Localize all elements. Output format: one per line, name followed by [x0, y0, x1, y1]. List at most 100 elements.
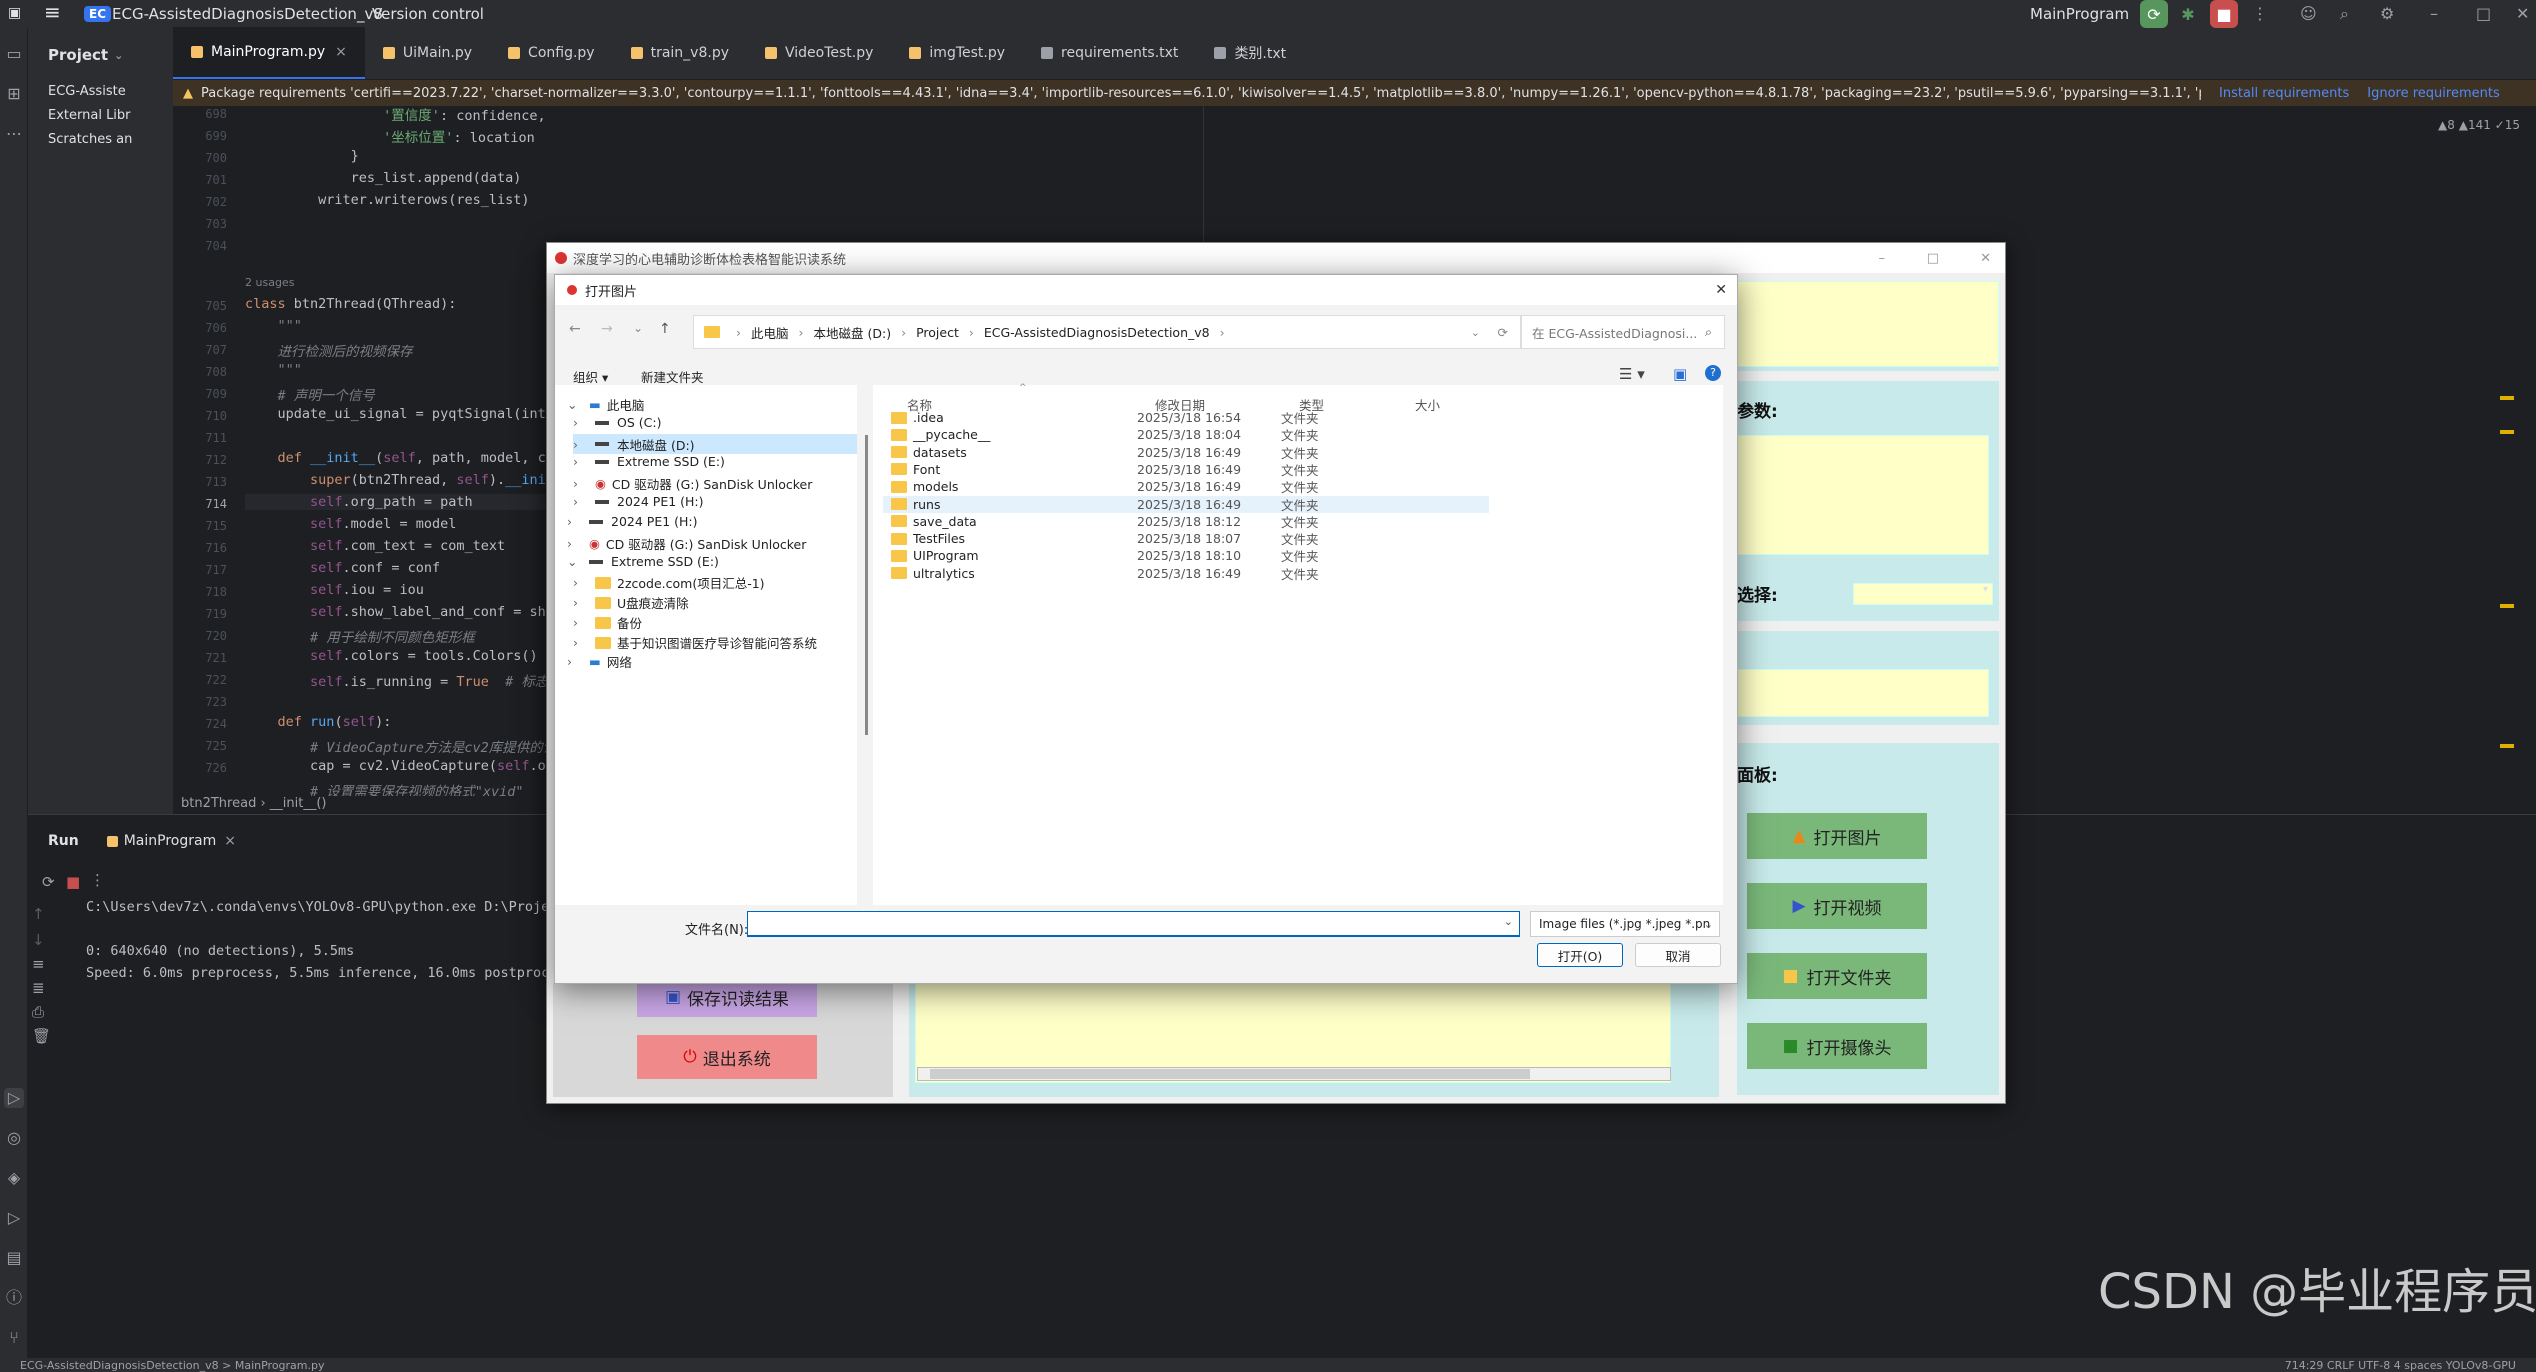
file-row[interactable]: save_data 2025/3/18 18:12 文件夹 — [883, 513, 1489, 530]
expand-chevron-icon[interactable]: › — [573, 494, 589, 509]
inspection-widget[interactable]: ▲8 ▲141 ✓15 — [2438, 118, 2520, 132]
preview-pane-icon[interactable]: ▣ — [1673, 365, 1687, 383]
project-panel-header[interactable]: Project ⌄ — [28, 28, 173, 82]
project-tool-icon[interactable]: ▭ — [4, 44, 24, 64]
close-icon[interactable]: ✕ — [2516, 4, 2529, 23]
file-row[interactable]: datasets 2025/3/18 16:49 文件夹 — [883, 444, 1489, 461]
settings-icon[interactable]: ⚙ — [2380, 4, 2394, 23]
warning-marker[interactable] — [2500, 430, 2514, 434]
exit-button[interactable]: ⏻ 退出系统 — [637, 1035, 817, 1079]
tree-item-external-libraries[interactable]: External Libr — [48, 108, 131, 123]
tab-mainprogram[interactable]: MainProgram.py × — [173, 27, 365, 79]
ignore-requirements-link[interactable]: Ignore requirements — [2367, 86, 2499, 101]
close-tab-icon[interactable]: × — [335, 44, 347, 60]
search-icon[interactable]: ⌕ — [2340, 4, 2349, 24]
account-icon[interactable]: ☺ — [2300, 4, 2317, 23]
file-row[interactable]: ultralytics 2025/3/18 16:49 文件夹 — [883, 565, 1489, 582]
expand-chevron-icon[interactable]: › — [573, 635, 589, 650]
layers-icon[interactable]: ◈ — [4, 1168, 24, 1188]
address-dropdown-icon[interactable]: ⌄ — [1471, 326, 1480, 339]
terminal-icon[interactable]: ▤ — [4, 1248, 24, 1268]
warning-marker[interactable] — [2500, 396, 2514, 400]
crumb-drive-d[interactable]: 本地磁盘 (D:) — [814, 323, 892, 342]
warning-marker[interactable] — [2500, 604, 2514, 608]
refresh-icon[interactable]: ⟳ — [1498, 325, 1508, 340]
run-icon[interactable]: ⟳ — [2140, 0, 2168, 28]
version-control-dropdown[interactable]: Version control — [372, 5, 484, 23]
status-info[interactable]: 714:29 CRLF UTF-8 4 spaces YOLOv8-GPU — [2285, 1359, 2516, 1372]
open-camera-button[interactable]: ■ 打开摄像头 — [1747, 1023, 1927, 1069]
services-icon[interactable]: ▷ — [4, 1208, 24, 1228]
help-icon[interactable]: ? — [1705, 365, 1721, 381]
horizontal-scrollbar[interactable] — [917, 1067, 1671, 1081]
file-row[interactable]: runs 2025/3/18 16:49 文件夹 — [883, 495, 1489, 513]
tab-train[interactable]: train_v8.py — [613, 27, 747, 79]
nav-item[interactable]: › ▬ 网络 — [567, 652, 632, 671]
nav-item[interactable]: › 基于知识图谱医疗导诊智能问答系统 — [573, 633, 817, 652]
crumb-current-folder[interactable]: ECG-AssistedDiagnosisDetection_v8 — [984, 325, 1210, 340]
tab-requirements[interactable]: requirements.txt — [1023, 27, 1196, 79]
soft-wrap-icon[interactable]: ≡ — [32, 955, 45, 973]
scroll-down-icon[interactable]: ↓ — [32, 931, 45, 949]
expand-chevron-icon[interactable]: › — [567, 514, 583, 529]
expand-chevron-icon[interactable]: ⌄ — [567, 397, 583, 412]
more-icon[interactable]: ⋮ — [2252, 4, 2268, 23]
expand-chevron-icon[interactable]: › — [573, 595, 589, 610]
warning-marker[interactable] — [2500, 744, 2514, 748]
expand-chevron-icon[interactable]: › — [567, 654, 583, 669]
debug-icon[interactable]: ✱ — [2174, 0, 2202, 28]
expand-chevron-icon[interactable]: › — [573, 437, 589, 452]
expand-chevron-icon[interactable]: ⌄ — [567, 554, 583, 569]
project-name-dropdown[interactable]: ECG-AssistedDiagnosisDetection_v8 — [112, 5, 383, 23]
maximize-icon[interactable]: □ — [2476, 4, 2491, 23]
open-image-button[interactable]: ▲ 打开图片 — [1747, 813, 1927, 859]
nav-item[interactable]: › ◉ CD 驱动器 (G:) SanDisk Unlocker — [573, 474, 812, 493]
trash-icon[interactable]: 🗑 — [32, 1027, 51, 1045]
nav-item[interactable]: › 2zcode.com(项目汇总-1) — [573, 573, 765, 592]
nav-item[interactable]: › 备份 — [573, 613, 642, 632]
open-folder-button[interactable]: ■ 打开文件夹 — [1747, 953, 1927, 999]
tab-videotest[interactable]: VideoTest.py — [747, 27, 891, 79]
minimize-icon[interactable]: – — [2430, 4, 2438, 23]
usages-hint[interactable]: 2 usages — [245, 276, 294, 289]
main-menu-icon[interactable]: ≡ — [44, 0, 61, 24]
nav-item[interactable]: ⌄ ▬ 此电脑 — [567, 395, 644, 414]
expand-chevron-icon[interactable]: › — [573, 575, 589, 590]
git-icon[interactable]: ⑂ — [4, 1328, 24, 1348]
tab-uimain[interactable]: UiMain.py — [365, 27, 490, 79]
close-tab-icon[interactable]: × — [224, 833, 236, 849]
problems-icon[interactable]: ⓘ — [4, 1288, 24, 1308]
expand-chevron-icon[interactable]: › — [573, 454, 589, 469]
expand-chevron-icon[interactable]: › — [573, 615, 589, 630]
filetype-select[interactable]: Image files (*.jpg *.jpeg *.pn ⌄ — [1530, 911, 1720, 937]
expand-chevron-icon[interactable]: › — [573, 415, 589, 430]
up-icon[interactable]: ↑ — [659, 321, 671, 337]
organize-button[interactable]: 组织 ▾ — [573, 367, 608, 386]
rerun-icon[interactable]: ⟳ — [42, 873, 55, 891]
file-row[interactable]: TestFiles 2025/3/18 18:07 文件夹 — [883, 530, 1489, 547]
new-folder-button[interactable]: 新建文件夹 — [641, 367, 704, 386]
open-video-button[interactable]: ▶ 打开视频 — [1747, 883, 1927, 929]
tab-classes[interactable]: 类别.txt — [1196, 27, 1304, 79]
filename-input[interactable]: ⌄ — [747, 911, 1520, 937]
nav-item[interactable]: › 2024 PE1 (H:) — [573, 494, 704, 509]
scrollbar-thumb[interactable] — [930, 1069, 1530, 1079]
dialog-close-icon[interactable]: ✕ — [1715, 282, 1727, 298]
app-close-icon[interactable]: ✕ — [1980, 251, 1991, 266]
app-maximize-icon[interactable]: □ — [1927, 251, 1939, 266]
cancel-button[interactable]: 取消 — [1635, 943, 1721, 967]
tab-imgtest[interactable]: imgTest.py — [891, 27, 1023, 79]
status-path[interactable]: ECG-AssistedDiagnosisDetection_v8 > Main… — [20, 1359, 325, 1372]
scroll-up-icon[interactable]: ↑ — [32, 905, 45, 923]
tree-item-project-root[interactable]: ECG-Assiste — [48, 84, 126, 99]
python-packages-icon[interactable]: ◎ — [4, 1128, 24, 1148]
run-more-icon[interactable]: ⋮ — [90, 871, 105, 889]
scroll-end-icon[interactable]: ≣ — [32, 979, 45, 997]
back-icon[interactable]: ← — [569, 321, 581, 337]
run-config-dropdown[interactable]: MainProgram — [2030, 5, 2129, 23]
file-row[interactable]: UIProgram 2025/3/18 18:10 文件夹 — [883, 547, 1489, 564]
open-button[interactable]: 打开(O) — [1537, 943, 1623, 967]
filename-dropdown-icon[interactable]: ⌄ — [1504, 915, 1513, 928]
search-input[interactable]: 在 ECG-AssistedDiagnosi... ⌕ — [1521, 315, 1725, 349]
run-tab-title[interactable]: Run — [48, 833, 79, 849]
